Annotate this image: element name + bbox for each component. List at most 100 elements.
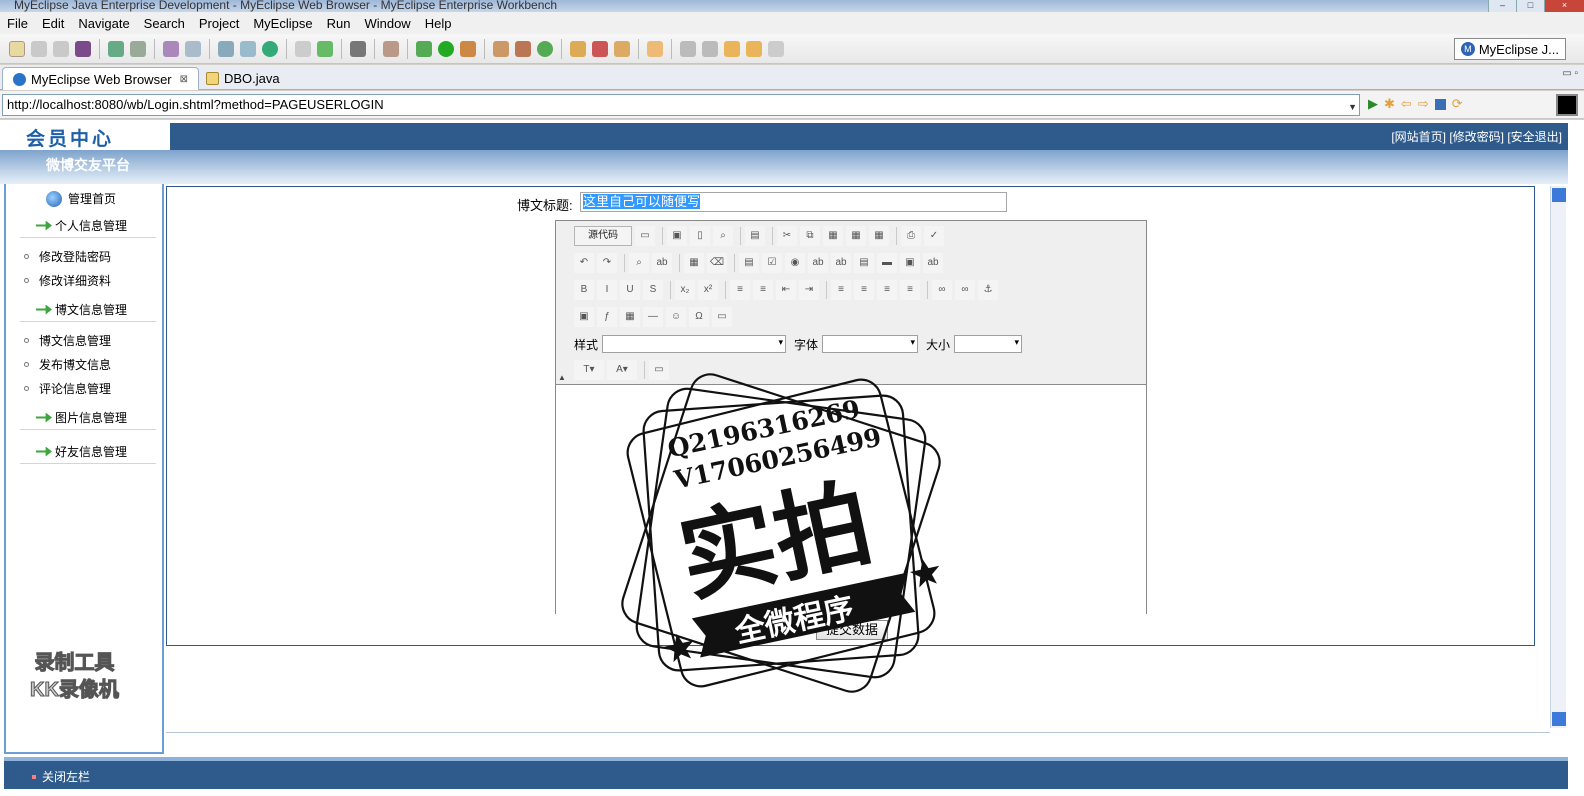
print-icon[interactable] — [53, 40, 69, 57]
new-wizard-icon[interactable] — [383, 40, 399, 57]
sidebar-link-edit-profile[interactable]: 修改详细资料 — [24, 272, 111, 289]
scroll-up-icon[interactable] — [1552, 188, 1566, 202]
scroll-down-icon[interactable] — [1552, 712, 1566, 726]
new-package-icon[interactable] — [515, 40, 531, 57]
menu-run[interactable]: Run — [320, 16, 358, 31]
collapse-toolbar-icon[interactable]: ▲ — [558, 373, 566, 382]
save-icon[interactable]: ▣ — [667, 226, 687, 246]
outdent-icon[interactable]: ⇤ — [776, 280, 796, 300]
sidebar-link-publish-post[interactable]: 发布博文信息 — [24, 356, 111, 373]
align-right-icon[interactable]: ≡ — [877, 280, 897, 300]
source-code-button[interactable]: 源代码 — [574, 226, 632, 246]
menu-navigate[interactable]: Navigate — [71, 16, 136, 31]
bg-color-icon[interactable]: A▾ — [607, 360, 637, 380]
sidebar-link-manage-posts[interactable]: 博文信息管理 — [24, 332, 111, 349]
redo-icon[interactable]: ↷ — [597, 253, 617, 273]
next-annotation-icon[interactable] — [680, 40, 696, 57]
open-type-icon[interactable] — [218, 40, 234, 57]
sidebar-link-change-password[interactable]: 修改登陆密码 — [24, 248, 111, 265]
maximize-editor-icon[interactable]: ▭ — [649, 360, 669, 380]
align-center-icon[interactable]: ≡ — [854, 280, 874, 300]
tab-web-browser[interactable]: MyEclipse Web Browser ⊠ — [2, 67, 200, 90]
ordered-list-icon[interactable]: ≡ — [730, 280, 750, 300]
go-icon[interactable]: ▶ — [1368, 96, 1378, 112]
undo-icon[interactable]: ↶ — [574, 253, 594, 273]
db-icon[interactable] — [240, 40, 256, 57]
perspective-switcher[interactable]: M MyEclipse J... — [1453, 38, 1566, 60]
strike-icon[interactable]: S — [643, 280, 663, 300]
back-icon[interactable] — [746, 40, 762, 57]
special-char-icon[interactable]: Ω — [689, 307, 709, 327]
deploy-icon[interactable] — [130, 40, 146, 57]
sidebar-home[interactable]: 管理首页 — [46, 190, 116, 207]
sidebar-section-profile[interactable]: 个人信息管理 — [20, 214, 156, 238]
paste-icon[interactable]: ▦ — [823, 226, 843, 246]
favorite-icon[interactable]: ✱ — [1384, 96, 1395, 112]
new-interface-icon[interactable] — [537, 40, 553, 57]
menu-search[interactable]: Search — [137, 16, 192, 31]
menu-project[interactable]: Project — [192, 16, 246, 31]
maximize-button[interactable]: □ — [1516, 0, 1544, 12]
replace-icon[interactable]: ab — [652, 253, 672, 273]
align-justify-icon[interactable]: ≡ — [900, 280, 920, 300]
anchor-icon[interactable]: ⚓ — [978, 280, 998, 300]
link-icon[interactable]: ∞ — [932, 280, 952, 300]
menu-edit[interactable]: Edit — [35, 16, 71, 31]
indent-icon[interactable]: ⇥ — [799, 280, 819, 300]
menu-help[interactable]: Help — [418, 16, 459, 31]
open-file-icon[interactable] — [614, 40, 630, 57]
textfield-icon[interactable]: ab — [808, 253, 828, 273]
globe-icon[interactable] — [262, 40, 278, 57]
style-dropdown[interactable] — [602, 335, 787, 353]
page-break-icon[interactable]: ▭ — [712, 307, 732, 327]
package-icon[interactable] — [75, 40, 91, 57]
find-icon[interactable]: ⌕ — [629, 253, 649, 273]
prev-annotation-icon[interactable] — [702, 40, 718, 57]
print-icon[interactable]: ⎙ — [901, 226, 921, 246]
url-input[interactable]: http://localhost:8080/wb/Login.shtml?met… — [2, 94, 1360, 116]
forward-icon[interactable] — [768, 40, 784, 57]
doc-properties-icon[interactable]: ▭ — [635, 226, 655, 246]
minimize-maximize-icon[interactable]: ▭ ▫ — [1562, 68, 1578, 79]
unlink-icon[interactable]: ∞ — [955, 280, 975, 300]
chevron-down-icon[interactable]: ▼ — [1348, 97, 1357, 117]
image-icon[interactable]: ▣ — [574, 307, 594, 327]
run-icon[interactable] — [438, 40, 454, 57]
external-tools-icon[interactable] — [460, 40, 476, 57]
radio-icon[interactable]: ◉ — [785, 253, 805, 273]
open-task-icon[interactable] — [570, 40, 586, 57]
menu-window[interactable]: Window — [357, 16, 417, 31]
align-left-icon[interactable]: ≡ — [831, 280, 851, 300]
remove-format-icon[interactable]: ⌫ — [707, 253, 727, 273]
size-dropdown[interactable] — [954, 335, 1023, 353]
bug-icon[interactable] — [108, 40, 124, 57]
underline-icon[interactable]: U — [620, 280, 640, 300]
close-sidebar-link[interactable]: 关闭左栏 — [32, 768, 90, 785]
paste-word-icon[interactable]: ▦ — [869, 226, 889, 246]
save-icon[interactable] — [31, 40, 47, 57]
button-icon[interactable]: ▬ — [877, 253, 897, 273]
templates-icon[interactable]: ▤ — [745, 226, 765, 246]
spellcheck-icon[interactable]: ✓ — [924, 226, 944, 246]
checkbox-icon[interactable]: ☑ — [762, 253, 782, 273]
textarea-icon[interactable]: ab — [831, 253, 851, 273]
new-class-icon[interactable] — [493, 40, 509, 57]
text-color-icon[interactable]: T▾ — [574, 360, 604, 380]
menu-myeclipse[interactable]: MyEclipse — [246, 16, 319, 31]
close-tab-icon[interactable]: ⊠ — [180, 74, 188, 85]
refresh-icon[interactable] — [317, 40, 333, 57]
italic-icon[interactable]: I — [597, 280, 617, 300]
post-title-input[interactable]: 这里自己可以随便写 — [580, 192, 1007, 212]
image-button-icon[interactable]: ▣ — [900, 253, 920, 273]
sidebar-section-friends[interactable]: 好友信息管理 — [20, 440, 156, 464]
font-dropdown[interactable] — [822, 335, 919, 353]
select-all-icon[interactable]: ▦ — [684, 253, 704, 273]
sidebar-section-posts[interactable]: 博文信息管理 — [20, 298, 156, 322]
sidebar-section-images[interactable]: 图片信息管理 — [20, 406, 156, 430]
hidden-field-icon[interactable]: ab — [923, 253, 943, 273]
smiley-icon[interactable]: ☺ — [666, 307, 686, 327]
forward-icon[interactable]: ⇨ — [1418, 96, 1429, 112]
debug-icon[interactable] — [416, 40, 432, 57]
horizontal-rule-icon[interactable]: — — [643, 307, 663, 327]
cut-icon[interactable]: ✂ — [777, 226, 797, 246]
